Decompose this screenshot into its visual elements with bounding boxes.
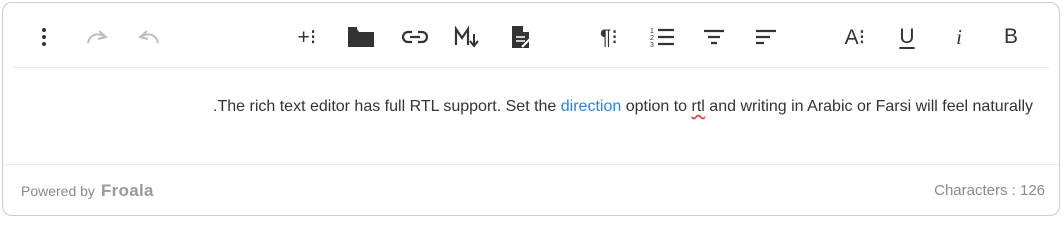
bold-button[interactable]: B bbox=[993, 19, 1029, 55]
rich-text-editor: +⁝ ¶⁝ 1 2 3 A⁝ U i B The rich text edito… bbox=[2, 2, 1060, 216]
align-center-button[interactable] bbox=[696, 19, 732, 55]
misspelled-word: rtl bbox=[691, 98, 705, 115]
vertical-dots-icon bbox=[41, 27, 47, 47]
italic-button[interactable]: i bbox=[941, 19, 977, 55]
paragraph-more-button[interactable]: ¶⁝ bbox=[591, 19, 627, 55]
text-more-button[interactable]: A⁝ bbox=[837, 19, 873, 55]
markdown-icon bbox=[454, 26, 480, 48]
redo-icon bbox=[85, 29, 109, 45]
redo-button[interactable] bbox=[79, 19, 115, 55]
bold-icon: B bbox=[1003, 25, 1018, 48]
powered-by-label: Powered by bbox=[21, 183, 95, 199]
file-manager-button[interactable] bbox=[343, 19, 379, 55]
underline-icon: U bbox=[899, 25, 915, 48]
character-counter: Characters : 126 bbox=[934, 182, 1045, 199]
svg-text:3: 3 bbox=[650, 42, 654, 48]
froala-logo: Froala bbox=[100, 181, 154, 200]
editor-footer: Powered by Froala Characters : 126 bbox=[3, 165, 1059, 215]
undo-button[interactable] bbox=[131, 19, 167, 55]
svg-text:1: 1 bbox=[650, 28, 654, 35]
editor-toolbar: +⁝ ¶⁝ 1 2 3 A⁝ U i B bbox=[3, 3, 1059, 67]
powered-by[interactable]: Powered by Froala bbox=[21, 181, 154, 201]
pilcrow-icon: ¶⁝ bbox=[600, 25, 618, 49]
document-icon bbox=[511, 25, 531, 49]
italic-icon: i bbox=[956, 24, 962, 49]
content-text-start: The rich text editor has full RTL suppor… bbox=[217, 98, 561, 115]
folder-icon bbox=[347, 26, 375, 48]
underline-button[interactable]: U bbox=[889, 19, 925, 55]
text-more-icon: A⁝ bbox=[844, 25, 866, 49]
insert-more-button[interactable]: +⁝ bbox=[289, 19, 325, 55]
markdown-button[interactable] bbox=[449, 19, 485, 55]
direction-link[interactable]: direction bbox=[561, 98, 621, 115]
insert-link-button[interactable] bbox=[397, 19, 433, 55]
more-options-button[interactable] bbox=[26, 19, 62, 55]
plus-more-icon: +⁝ bbox=[297, 25, 317, 49]
align-right-icon bbox=[754, 28, 778, 46]
align-center-icon bbox=[702, 28, 726, 46]
paste-plain-button[interactable] bbox=[503, 19, 539, 55]
link-icon bbox=[402, 30, 428, 44]
ordered-list-icon: 123 bbox=[649, 26, 675, 48]
editor-content[interactable]: The rich text editor has full RTL suppor… bbox=[3, 68, 1059, 164]
ordered-list-button[interactable]: 123 bbox=[644, 19, 680, 55]
svg-text:2: 2 bbox=[650, 35, 654, 42]
undo-icon bbox=[137, 29, 161, 45]
align-right-button[interactable] bbox=[748, 19, 784, 55]
content-text-middle: option to bbox=[621, 98, 692, 115]
